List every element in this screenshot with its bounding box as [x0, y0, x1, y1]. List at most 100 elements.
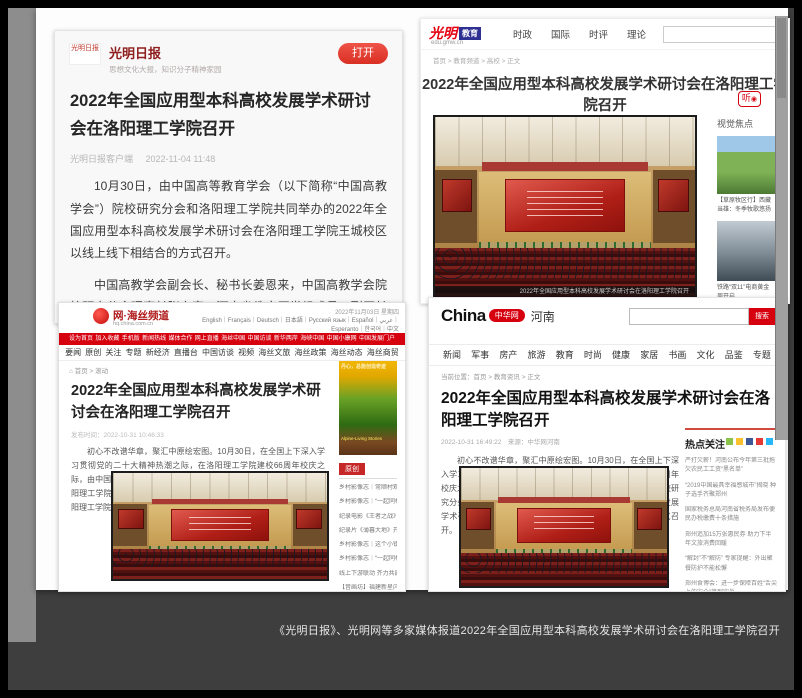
hot-topic-item[interactable]: 国家税务总局河南省税务局发布便民办税缴费十条措施 — [685, 506, 777, 525]
hq-nav-item[interactable]: 海丝政策 — [294, 345, 326, 360]
hq-redbar-item[interactable]: 新闻热线 — [142, 333, 166, 345]
henan-nav-item[interactable]: 品鉴 — [725, 345, 743, 365]
cover-title: 丹心，总能创造奇迹 — [341, 363, 386, 370]
magazine-cover-thumbnail[interactable]: 丹心，总能创造奇迹 Alpine-Living Stories — [339, 361, 397, 455]
viewer-stage: 光明日报 光明日报 思想文化大报，知识分子精神家园 打开 2022年全国应用型本… — [8, 8, 794, 690]
panel-guangming-daily: 光明日报 光明日报 思想文化大报，知识分子精神家园 打开 2022年全国应用型本… — [54, 30, 403, 324]
gmw-breadcrumb[interactable]: 首页 > 教育频道 > 高校 > 正文 — [421, 50, 789, 65]
hot-topic-item[interactable]: “2019中国最具幸福感城市”揭晓 种子选手齐聚郑州 — [685, 482, 777, 501]
hq-nav-item[interactable]: 海丝动态 — [331, 345, 363, 360]
hq-nav-item[interactable]: 视频 — [238, 345, 254, 360]
gmw-header: 光明教育 edu.gmw.cn 时政国际时评理论文化科技教育 — [421, 19, 789, 50]
henan-nav-item[interactable]: 家居 — [640, 345, 658, 365]
henan-search: 搜索 — [629, 308, 775, 325]
hq-original-list-item[interactable]: 乡村影像志｜“一起同框” — [339, 555, 397, 564]
gmw-url: edu.gmw.cn — [431, 40, 463, 46]
gmw-sidebar-caption-1[interactable]: 【草原牧区行】西藏当雄：冬季牧歌悠扬 — [717, 197, 775, 215]
conference-photo-medium — [111, 471, 329, 581]
henan-nav: 新闻军事房产旅游教育时尚健康家居书画文化品鉴专题 — [429, 344, 785, 366]
scrollbar-thumb[interactable] — [777, 18, 786, 98]
open-app-button[interactable]: 打开 — [338, 43, 388, 64]
hot-topic-item[interactable]: “解封”不“解防” 专家提醒：外出聚餐防护不能松懈 — [685, 555, 777, 574]
guangming-daily-logo-icon: 光明日报 — [69, 43, 101, 65]
hot-topic-item[interactable]: 严打欠薪！河南公布今年第三批拖欠农民工工资“黑名单” — [685, 457, 777, 476]
gmw-search-input[interactable] — [663, 26, 781, 43]
hq-nav: 要闻原创关注专题新经济直播台中国访谈视频海丝文旅海丝政策海丝动态海丝商贸 — [59, 345, 405, 361]
hq-original-list-item[interactable]: 纪录电影《王者之战》定档 — [339, 513, 397, 522]
hq-original-list-item[interactable]: 乡村影像志｜“一起同框” — [339, 498, 397, 507]
zhonghuawang-badge: 中华网 — [489, 309, 525, 322]
listen-button[interactable]: 听◉ — [738, 91, 761, 107]
hq-nav-item[interactable]: 新经济 — [146, 345, 170, 360]
hot-topic-item[interactable]: 郑州追加15万张惠民券 助力下半年文旅消费回暖 — [685, 531, 777, 550]
gmrb-time: 2022-11-04 11:48 — [146, 154, 216, 164]
hq-date: 2022年11月03日 星期四 — [335, 307, 399, 316]
henan-nav-item[interactable]: 专题 — [753, 345, 771, 365]
left-gutter — [8, 8, 36, 642]
panel-china-net: 网·海丝频道 hq.china.com.cn 2022年11月03日 星期四 E… — [58, 302, 406, 592]
hq-original-list: 乡村影像志｜常顺村观日出乡村影像志｜“一起同框” 纪录电影《王者之战》定档纪录片《… — [339, 484, 397, 592]
henan-nav-item[interactable]: 新闻 — [443, 345, 461, 365]
henan-search-input[interactable] — [629, 308, 749, 325]
panel-gmw-education: 光明教育 edu.gmw.cn 时政国际时评理论文化科技教育 首页 > 教育频道… — [420, 18, 790, 304]
henan-nav-item[interactable]: 时尚 — [584, 345, 602, 365]
gmrb-brand-name: 光明日报 — [109, 43, 222, 62]
hq-redbar-item[interactable]: 设为首页 — [69, 333, 93, 345]
henan-nav-item[interactable]: 健康 — [612, 345, 630, 365]
hot-topics-list: 严打欠薪！河南公布今年第三批拖欠农民工工资“黑名单” “2019中国最具幸福感城市… — [685, 457, 777, 592]
gmw-sidebar-title: 视觉焦点 — [717, 117, 775, 130]
hq-nav-item[interactable]: 海丝文旅 — [258, 345, 290, 360]
gmrb-header: 光明日报 光明日报 思想文化大报，知识分子精神家园 打开 — [55, 31, 402, 75]
gmw-nav-item[interactable]: 时评 — [589, 27, 608, 41]
hq-original-list-item[interactable]: 【音画坊】福建新星闪耀 — [339, 584, 397, 592]
hq-original-list-item[interactable]: 乡村影像志｜常顺村观日出 — [339, 484, 397, 493]
hq-nav-item[interactable]: 原创 — [85, 345, 101, 360]
hq-original-list-item[interactable]: 线上下游联动 齐力共建 — [339, 570, 397, 579]
henan-nav-item[interactable]: 教育 — [556, 345, 574, 365]
hq-original-list-item[interactable]: 纪录片《薄暮大地》开机 — [339, 527, 397, 536]
collage-scrollbar[interactable] — [775, 16, 788, 440]
henan-region-label: 河南 — [531, 310, 555, 324]
hq-nav-item[interactable]: 专题 — [126, 345, 142, 360]
hq-nav-item[interactable]: 要闻 — [65, 345, 81, 360]
gmw-nav-item[interactable]: 时政 — [513, 27, 532, 41]
hot-topics-title: 热点关注 — [685, 436, 777, 451]
henan-nav-item[interactable]: 旅游 — [528, 345, 546, 365]
china-net-logo-icon — [93, 308, 109, 324]
henan-article-title: 2022年全国应用型本科高校发展学术研讨会在洛阳理工学院召开 — [441, 386, 773, 430]
hq-original-tag: 原创 — [339, 463, 365, 475]
hq-url: hq.china.com.cn — [113, 321, 153, 327]
conference-photo-large: 2022年全国应用型本科高校发展学术研讨会在洛阳理工学院召开 — [433, 115, 697, 301]
listen-icon: ◉ — [751, 96, 757, 103]
hq-nav-item[interactable]: 中国访谈 — [202, 345, 234, 360]
gmw-nav-item[interactable]: 理论 — [627, 27, 646, 41]
hq-original-list-item[interactable]: 乡村影像志｜这个小镇有故事 — [339, 541, 397, 550]
henan-nav-item[interactable]: 房产 — [499, 345, 517, 365]
henan-header: China中华网河南 搜索 — [429, 298, 785, 336]
henan-nav-item[interactable]: 文化 — [697, 345, 715, 365]
henan-sidebar: 热点关注 严打欠薪！河南公布今年第三批拖欠农民工工资“黑名单” “2019中国最具… — [685, 428, 777, 592]
hq-redbar-item[interactable]: 手机版 — [122, 333, 140, 345]
hq-article-title: 2022年全国应用型本科高校发展学术研讨会在洛阳理工学院召开 — [71, 381, 327, 425]
collage-canvas: 光明日报 光明日报 思想文化大报，知识分子精神家园 打开 2022年全国应用型本… — [36, 8, 788, 590]
hq-nav-item[interactable]: 海丝商贸 — [367, 345, 399, 360]
hq-nav-item[interactable]: 直播台 — [174, 345, 198, 360]
henan-article-meta: 2022-10-31 16:49:22 来源：中华网河南 — [441, 436, 560, 446]
gmw-article-title: 2022年全国应用型本科高校发展学术研讨会在洛阳理工学院召开 — [421, 73, 789, 115]
henan-nav-item[interactable]: 书画 — [668, 345, 686, 365]
gmw-nav-item[interactable]: 国际 — [551, 27, 570, 41]
cover-subtitle: Alpine-Living Stories — [341, 436, 382, 441]
railway-thumbnail[interactable] — [717, 221, 775, 281]
hot-topic-item[interactable]: 郑州食博会：进一步保障百姓“舌尖上的安全”落到实处 — [685, 580, 777, 592]
henan-nav-item[interactable]: 军事 — [471, 345, 489, 365]
grassland-thumbnail[interactable] — [717, 136, 775, 194]
hq-language-links[interactable]: English｜Français｜Deutsch｜日本語｜Русский язы… — [184, 317, 399, 335]
gmrb-slogan: 思想文化大报，知识分子精神家园 — [109, 64, 222, 75]
gmrb-paragraph-1: 10月30日，由中国高等教育学会（以下简称“中国高教学会”）院校研究分会和洛阳理… — [70, 175, 387, 264]
hq-redbar-item[interactable]: 加入收藏 — [95, 333, 119, 345]
china-logo: China — [441, 306, 486, 325]
henan-breadcrumb[interactable]: 当前位置：首页 > 教育资讯 > 正文 — [429, 366, 785, 381]
hq-nav-item[interactable]: 关注 — [105, 345, 121, 360]
gmrb-article-title: 2022年全国应用型本科高校发展学术研讨会在洛阳理工学院召开 — [70, 88, 387, 143]
henan-search-button[interactable]: 搜索 — [749, 308, 775, 325]
